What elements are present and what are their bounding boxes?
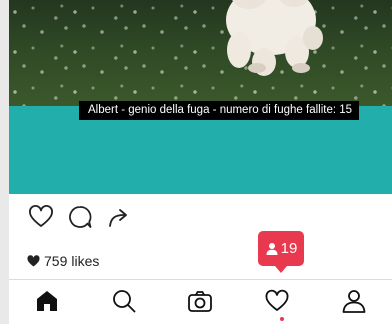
camera-icon [188,291,213,312]
bottom-tabbar [9,283,392,319]
likes-count[interactable]: 759 likes [27,253,99,269]
search-icon [112,290,136,313]
post-caption: Albert - genio della fuga - numero di fu… [79,101,360,120]
post-screen: Albert - genio della fuga - numero di fu… [9,0,392,324]
badge-count: 19 [280,240,298,257]
tab-home[interactable] [33,287,61,315]
tab-profile[interactable] [340,287,368,315]
dog-image [226,0,323,76]
tab-camera[interactable] [186,287,214,315]
heart-filled-icon [27,255,40,267]
tabbar-divider [9,279,392,280]
notification-badge[interactable]: 19 [258,231,304,273]
profile-icon [342,290,366,313]
comment-icon[interactable] [66,203,94,231]
heart-icon[interactable] [27,203,55,231]
post-actions [27,203,133,231]
post-photo[interactable] [9,0,392,112]
likes-number: 759 [44,253,68,269]
share-icon[interactable] [105,203,133,231]
tab-activity[interactable] [263,287,291,315]
home-icon [37,291,58,311]
heart-icon [265,289,289,311]
likes-label: likes [71,253,100,269]
activity-indicator-dot [280,317,284,321]
tab-search[interactable] [110,287,138,315]
user-icon [266,242,278,255]
